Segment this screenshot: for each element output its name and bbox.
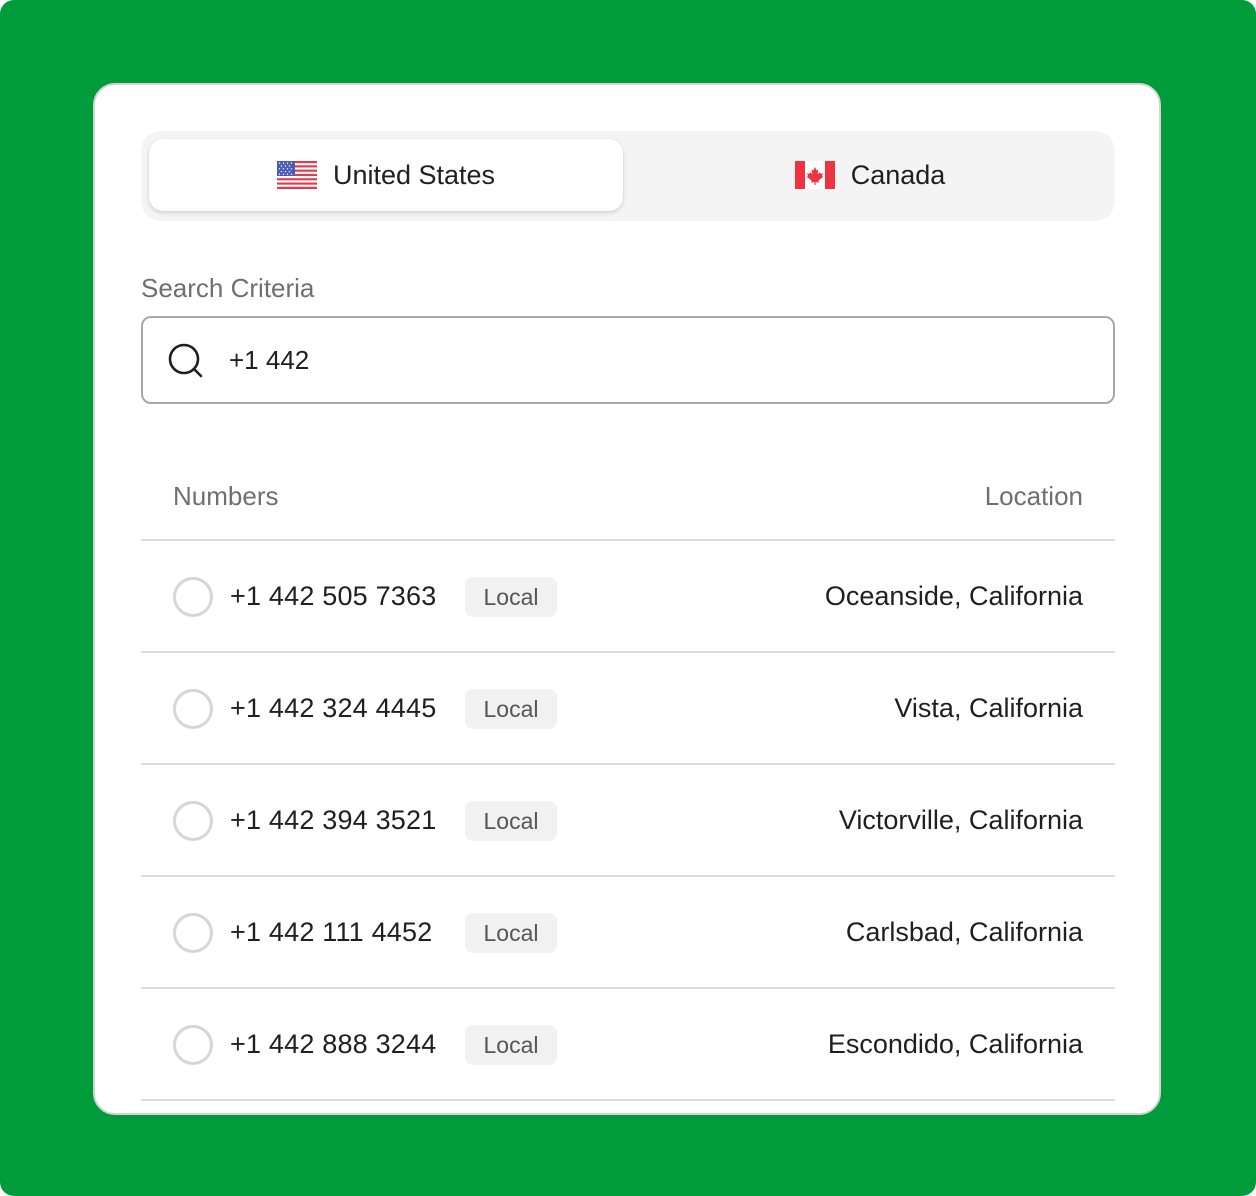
table-row[interactable]: +1 442 324 4445 Local Vista, California bbox=[141, 653, 1115, 765]
us-flag-icon bbox=[276, 161, 317, 189]
phone-number: +1 442 324 4445 bbox=[230, 693, 437, 723]
search-criteria-label: Search Criteria bbox=[141, 273, 315, 303]
radio-button[interactable] bbox=[173, 1025, 213, 1065]
number-type-badge: Local bbox=[465, 913, 557, 953]
number-type-badge: Local bbox=[465, 689, 557, 729]
radio-button[interactable] bbox=[173, 913, 213, 953]
number-type-badge: Local bbox=[465, 577, 557, 617]
table-row[interactable]: +1 442 111 4452 Local Carlsbad, Californ… bbox=[141, 877, 1115, 989]
radio-button[interactable] bbox=[173, 577, 213, 617]
country-switcher: United States Canada bbox=[141, 131, 1115, 221]
number-picker-card: United States Canada Search Criteria +1 … bbox=[93, 83, 1161, 1115]
location-text: Oceanside, California bbox=[824, 581, 1083, 611]
table-row[interactable]: +1 442 888 3244 Local Escondido, Califor… bbox=[141, 989, 1115, 1101]
tab-canada[interactable]: Canada bbox=[633, 139, 1107, 211]
tab-united-states-label: United States bbox=[332, 159, 496, 190]
location-text: Victorville, California bbox=[838, 805, 1083, 835]
search-icon bbox=[167, 342, 205, 380]
number-type-badge: Local bbox=[465, 1025, 557, 1065]
number-list: +1 442 505 7363 Local Oceanside, Califor… bbox=[141, 541, 1115, 1101]
phone-number: +1 442 394 3521 bbox=[230, 805, 437, 835]
table-row[interactable]: +1 442 394 3521 Local Victorville, Calif… bbox=[141, 765, 1115, 877]
search-field[interactable] bbox=[141, 316, 1115, 404]
radio-button[interactable] bbox=[173, 801, 213, 841]
location-text: Vista, California bbox=[894, 693, 1083, 723]
search-input[interactable] bbox=[229, 318, 1089, 402]
location-text: Escondido, California bbox=[827, 1029, 1083, 1059]
table-header: Numbers Location bbox=[141, 445, 1115, 541]
tab-canada-label: Canada bbox=[850, 159, 946, 190]
phone-number: +1 442 505 7363 bbox=[230, 581, 437, 611]
location-text: Carlsbad, California bbox=[845, 917, 1083, 947]
number-type-badge: Local bbox=[465, 801, 557, 841]
tab-united-states[interactable]: United States bbox=[149, 139, 623, 211]
canada-flag-icon bbox=[794, 161, 835, 189]
location-column-header: Location bbox=[984, 481, 1083, 511]
phone-number: +1 442 888 3244 bbox=[230, 1029, 437, 1059]
phone-number: +1 442 111 4452 bbox=[230, 917, 433, 947]
page-background: United States Canada Search Criteria +1 … bbox=[0, 0, 1256, 1196]
table-row[interactable]: +1 442 505 7363 Local Oceanside, Califor… bbox=[141, 541, 1115, 653]
radio-button[interactable] bbox=[173, 689, 213, 729]
numbers-column-header: Numbers bbox=[173, 481, 279, 511]
